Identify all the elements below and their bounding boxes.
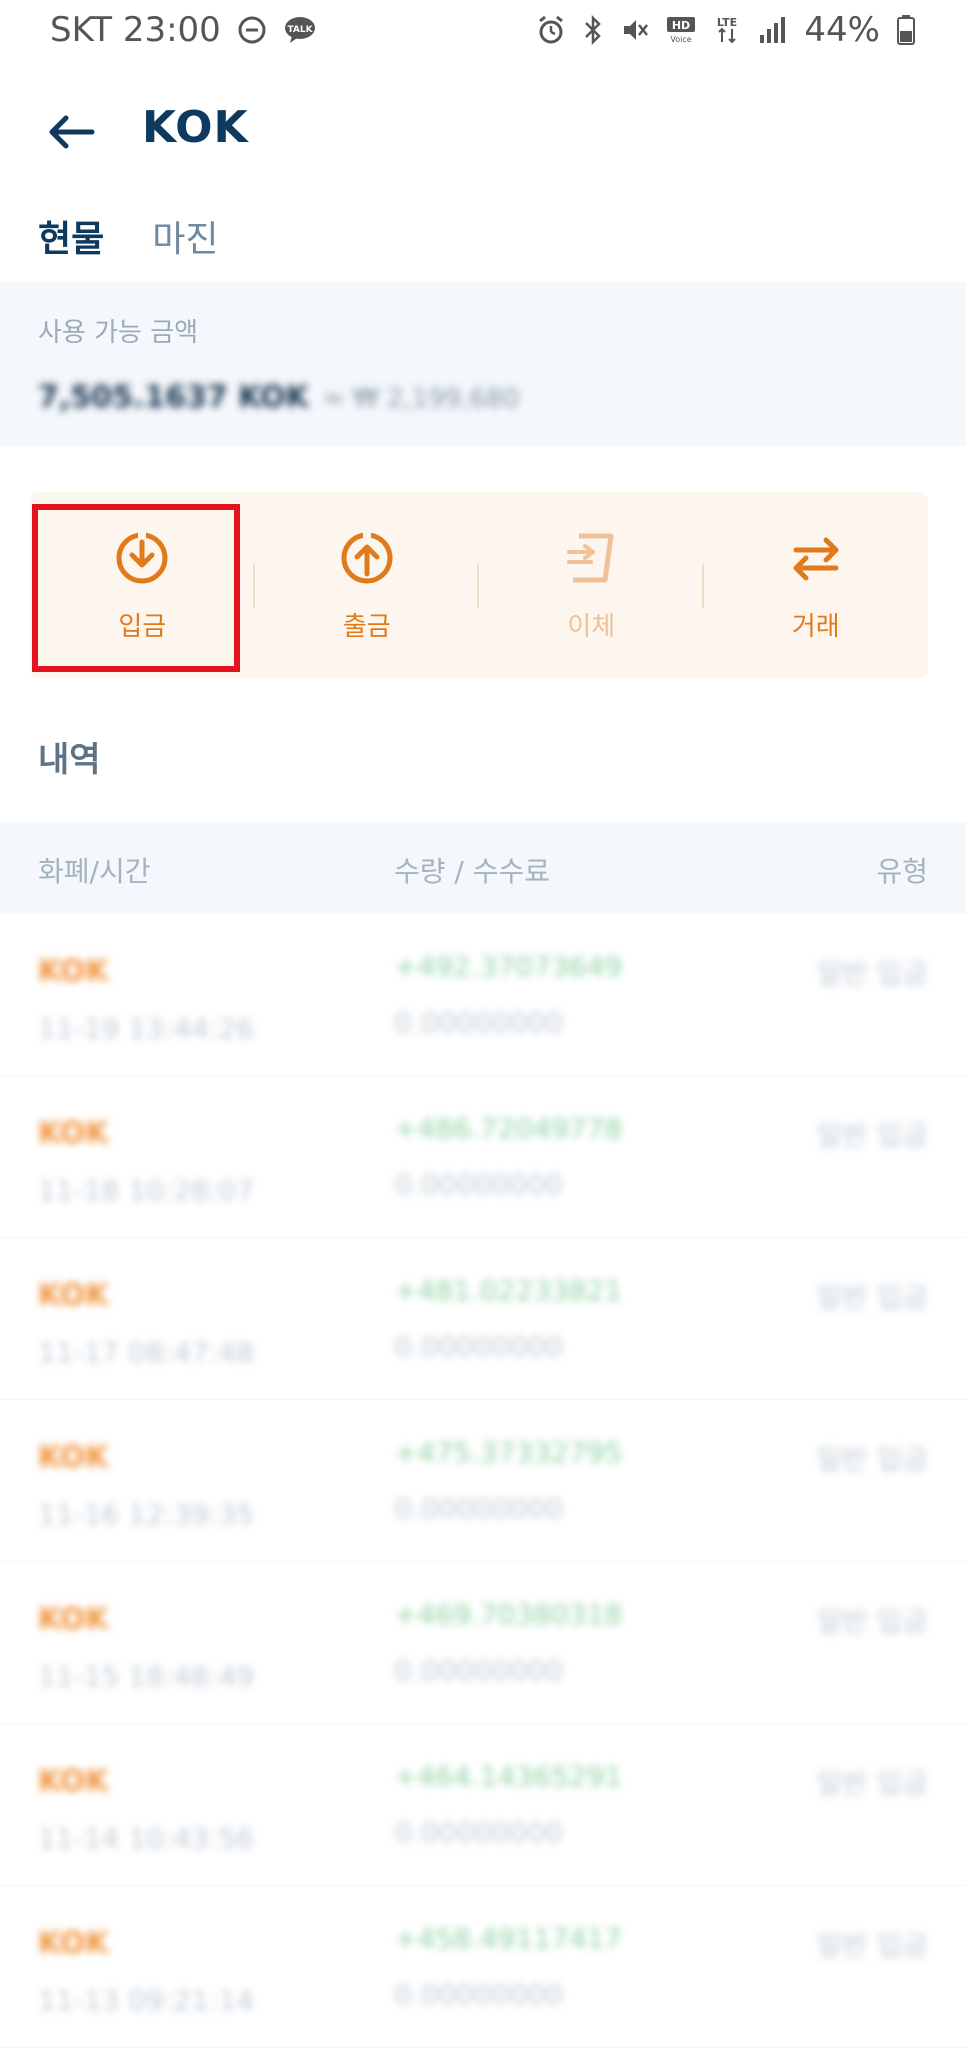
row-fee: 0.00000000	[394, 1816, 564, 1849]
history-list: KOK 11-19 13:44:26 +492.37073649 0.00000…	[0, 914, 966, 2048]
hd-voice-icon: HD Voice	[666, 15, 696, 45]
row-currency: KOK	[38, 1602, 109, 1637]
tabs: 현물 마진	[38, 210, 219, 262]
balance-panel: 사용 가능 금액 7,505.1637 KOK ≈ ₩ 2,199,680	[0, 282, 966, 446]
status-left: SKT 23:00 TALK	[50, 10, 317, 50]
row-type: 일반 입금	[816, 957, 928, 990]
trade-icon	[793, 537, 839, 580]
balance-amount: 7,505.1637 KOK	[38, 380, 309, 415]
row-type: 일반 입금	[816, 1119, 928, 1152]
arrow-left-icon	[49, 115, 95, 149]
row-type: 일반 입금	[816, 1767, 928, 1800]
row-fee: 0.00000000	[394, 1978, 564, 2011]
row-currency: KOK	[38, 954, 109, 989]
row-amount: +458.49117417	[394, 1922, 623, 1955]
table-row[interactable]: KOK 11-19 13:44:26 +492.37073649 0.00000…	[0, 914, 966, 1076]
transfer-label: 이체	[567, 611, 616, 642]
withdraw-button[interactable]: 출금	[255, 492, 479, 678]
row-time: 11-16 12:39:35	[38, 1498, 255, 1531]
battery-percent: 44%	[804, 10, 880, 50]
row-type: 일반 입금	[816, 1281, 928, 1314]
table-row[interactable]: KOK 11-18 10:28:07 +486.72049778 0.00000…	[0, 1076, 966, 1238]
row-currency: KOK	[38, 1440, 109, 1475]
carrier-time: SKT 23:00	[50, 10, 221, 50]
battery-icon	[896, 14, 916, 46]
transfer-button[interactable]: 이체	[479, 492, 704, 678]
row-amount: +492.37073649	[394, 950, 623, 983]
column-header-amount-fee: 수량 / 수수료	[394, 855, 551, 888]
row-amount: +475.37332795	[394, 1436, 623, 1469]
trade-button[interactable]: 거래	[704, 492, 929, 678]
transfer-icon	[567, 533, 614, 582]
deposit-icon	[116, 530, 168, 583]
balance-label: 사용 가능 금액	[38, 318, 199, 348]
row-fee: 0.00000000	[394, 1006, 564, 1039]
status-bar: SKT 23:00 TALK HD Voice LTE 44%	[0, 0, 966, 60]
row-currency: KOK	[38, 1278, 109, 1313]
row-amount: +469.70380318	[394, 1598, 623, 1631]
row-amount: +486.72049778	[394, 1112, 623, 1145]
table-row[interactable]: KOK 11-13 09:21:14 +458.49117417 0.00000…	[0, 1886, 966, 2048]
lte-icon: LTE	[712, 15, 742, 45]
row-time: 11-15 18:48:49	[38, 1660, 255, 1693]
table-header: 화폐/시간 수량 / 수수료 유형	[0, 822, 966, 914]
status-right: HD Voice LTE 44%	[536, 10, 916, 50]
bluetooth-icon	[582, 15, 604, 45]
column-header-type: 유형	[876, 855, 928, 888]
row-currency: KOK	[38, 1116, 109, 1151]
column-header-currency-time: 화폐/시간	[38, 855, 151, 888]
row-time: 11-18 10:28:07	[38, 1174, 255, 1207]
lte-label: LTE	[717, 16, 737, 29]
row-amount: +464.14365291	[394, 1760, 623, 1793]
signal-icon	[758, 15, 788, 45]
voice-label: Voice	[671, 35, 692, 44]
deposit-label: 입금	[118, 611, 167, 642]
row-fee: 0.00000000	[394, 1168, 564, 1201]
row-amount: +481.02233821	[394, 1274, 623, 1307]
tab-spot[interactable]: 현물	[38, 210, 104, 262]
table-row[interactable]: KOK 11-17 08:47:48 +481.02233821 0.00000…	[0, 1238, 966, 1400]
dnd-icon	[237, 15, 267, 45]
deposit-button[interactable]: 입금	[30, 492, 255, 678]
kakaotalk-icon: TALK	[283, 15, 317, 45]
balance-krw: ≈ ₩ 2,199,680	[322, 384, 520, 414]
page-title: KOK	[142, 102, 249, 153]
table-row[interactable]: KOK 11-15 18:48:49 +469.70380318 0.00000…	[0, 1562, 966, 1724]
row-time: 11-13 09:21:14	[38, 1984, 255, 2017]
row-currency: KOK	[38, 1764, 109, 1799]
trade-label: 거래	[791, 611, 840, 642]
withdraw-icon	[341, 530, 393, 583]
row-type: 일반 입금	[816, 1605, 928, 1638]
action-bar: 입금 출금 이체 거래	[30, 492, 928, 678]
talk-label: TALK	[287, 25, 313, 35]
back-button[interactable]	[40, 100, 104, 164]
withdraw-label: 출금	[342, 611, 391, 642]
row-time: 11-14 10:43:56	[38, 1822, 255, 1855]
row-type: 일반 입금	[816, 1443, 928, 1476]
row-fee: 0.00000000	[394, 1492, 564, 1525]
tab-margin[interactable]: 마진	[152, 210, 218, 262]
row-fee: 0.00000000	[394, 1654, 564, 1687]
mute-icon	[620, 15, 650, 45]
hd-label: HD	[672, 19, 690, 32]
alarm-icon	[536, 15, 566, 45]
history-title: 내역	[38, 740, 101, 780]
table-row[interactable]: KOK 11-16 12:39:35 +475.37332795 0.00000…	[0, 1400, 966, 1562]
row-time: 11-19 13:44:26	[38, 1012, 255, 1045]
table-row[interactable]: KOK 11-14 10:43:56 +464.14365291 0.00000…	[0, 1724, 966, 1886]
balance-value: 7,505.1637 KOK ≈ ₩ 2,199,680	[38, 380, 519, 415]
row-currency: KOK	[38, 1926, 109, 1961]
row-time: 11-17 08:47:48	[38, 1336, 255, 1369]
row-fee: 0.00000000	[394, 1330, 564, 1363]
app-header: KOK	[0, 80, 966, 180]
row-type: 일반 입금	[816, 1929, 928, 1962]
